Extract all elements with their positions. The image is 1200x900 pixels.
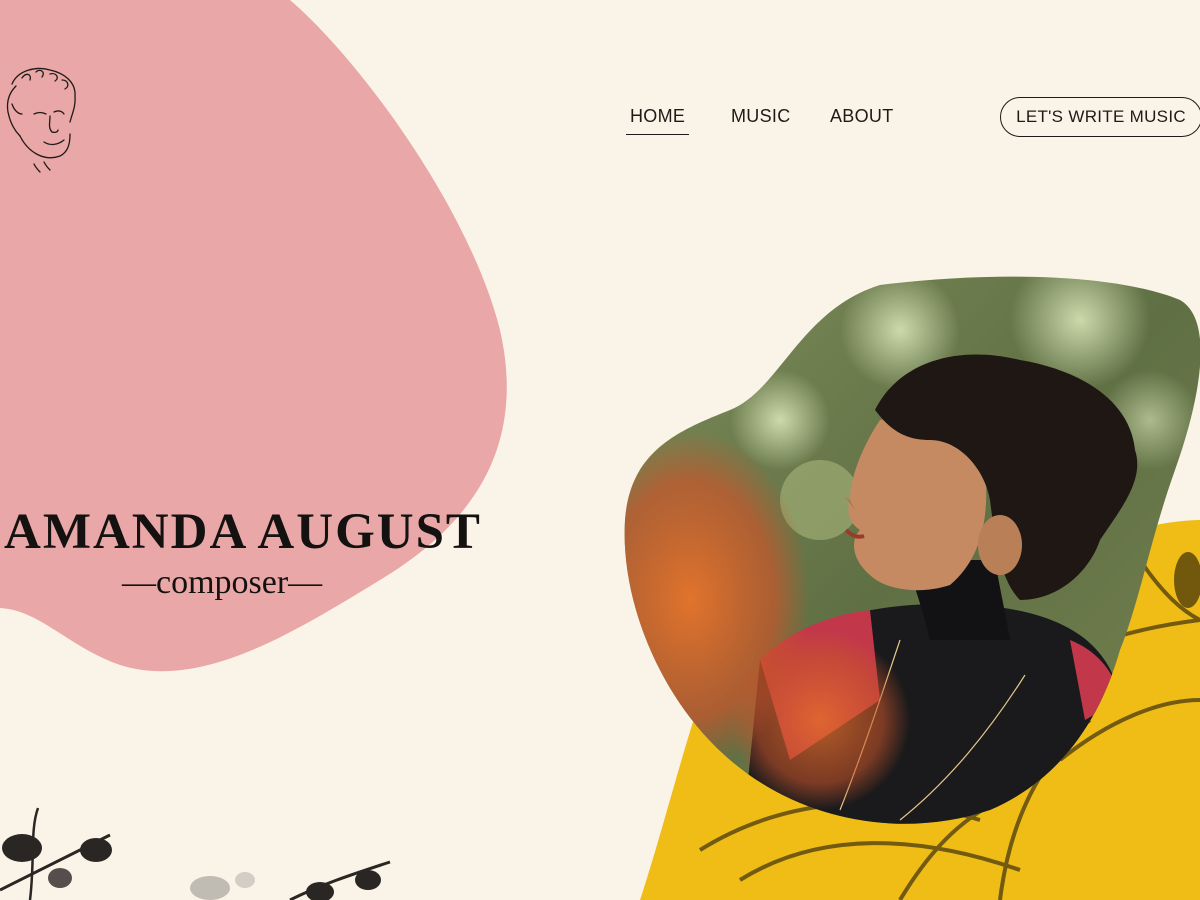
lets-write-music-button[interactable]: LET'S WRITE MUSIC <box>1000 97 1200 137</box>
hero-name: AMANDA AUGUST <box>4 504 482 560</box>
sketched-face-portrait-icon[interactable] <box>0 64 80 174</box>
yellow-blob <box>640 520 1200 900</box>
nav-item-music[interactable]: MUSIC <box>731 106 791 134</box>
nav-item-about[interactable]: ABOUT <box>830 106 894 134</box>
nav-item-home[interactable]: HOME <box>626 106 690 135</box>
hero-role: —composer— <box>122 564 323 601</box>
ink-flower-branches <box>0 807 391 900</box>
main-nav: HOME MUSIC ABOUT LET'S WRITE MUSIC <box>600 97 1200 137</box>
